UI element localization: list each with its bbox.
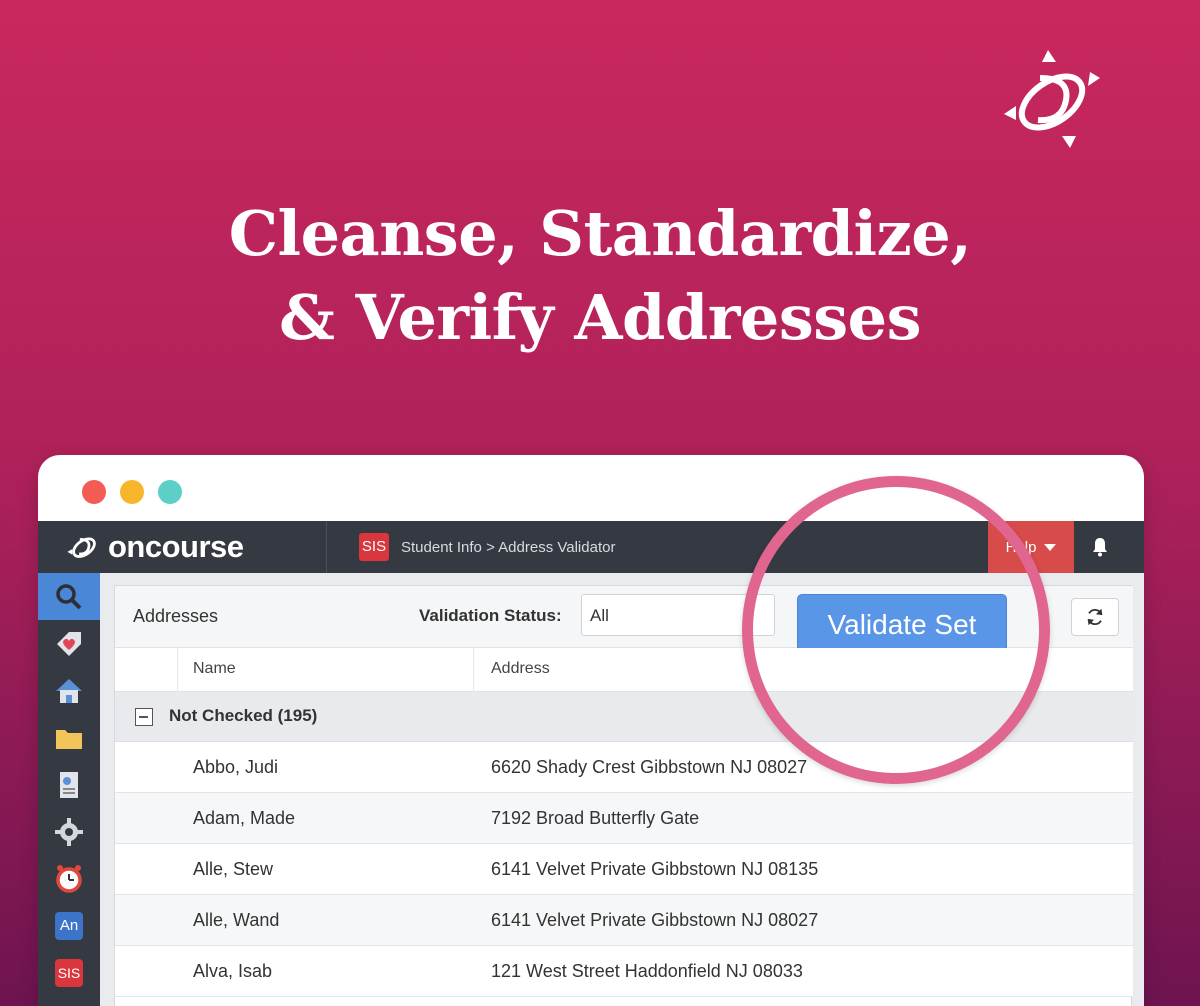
hero-title: Cleanse, Standardize, & Verify Addresses [0,192,1200,360]
minimize-dot[interactable] [120,480,144,504]
folder-icon [56,729,82,749]
column-header-address[interactable]: Address [491,660,550,678]
sidebar-item-sis[interactable]: SIS [38,949,100,996]
breadcrumb[interactable]: Student Info > Address Validator [401,539,615,556]
cell-name: Abbo, Judi [193,757,279,777]
sidebar-item-search[interactable] [38,573,100,620]
refresh-button[interactable] [1071,598,1119,636]
table-row[interactable]: Alle, Wand 6141 Velvet Private Gibbstown… [115,895,1133,946]
topbar-divider [326,521,327,573]
oncourse-logo[interactable]: oncourse [66,521,326,573]
cell-address: 7192 Broad Butterfly Gate [491,808,700,828]
cell-name: Alle, Wand [193,910,280,930]
window-controls [82,480,182,504]
group-label: Not Checked (195) [169,706,318,725]
hero-title-line-2: & Verify Addresses [279,281,922,354]
bell-icon[interactable] [1088,535,1112,559]
column-separator [177,648,178,692]
collapse-icon[interactable] [135,708,153,726]
heart-tag-icon [57,631,81,656]
sidebar-item-settings[interactable] [38,808,100,855]
gear-icon [55,817,83,846]
cell-name: Adam, Made [193,808,296,828]
refresh-icon [1087,608,1103,626]
oncourse-logo-icon [67,537,96,558]
hero-title-line-1: Cleanse, Standardize, [228,197,972,270]
validation-status-label: Validation Status: [419,606,562,625]
cell-name: Alva, Isab [193,961,273,981]
search-icon [56,583,82,609]
home-icon [56,678,82,703]
sidebar-item-reports[interactable] [38,761,100,808]
report-icon [60,771,78,798]
sidebar-item-files[interactable] [38,714,100,761]
cell-address: 6141 Velvet Private Gibbstown NJ 08135 [491,859,819,879]
magnifier-highlight-ring [742,476,1050,784]
close-dot[interactable] [82,480,106,504]
sis-icon: SIS [55,958,83,987]
sidebar-item-attendance[interactable] [38,855,100,902]
cell-address: 121 West Street Haddonfield NJ 08033 [491,961,803,981]
sis-module-badge[interactable]: SIS [359,533,389,561]
column-separator [473,648,474,692]
column-header-name[interactable]: Name [193,660,236,678]
chevron-down-icon [1044,543,1057,551]
alarm-clock-icon [56,864,82,893]
table-row[interactable]: Alva, Isab 121 West Street Haddonfield N… [115,946,1133,997]
sidebar-item-home[interactable] [38,667,100,714]
logo-text: oncourse [108,529,244,564]
cell-name: Alle, Stew [193,859,274,879]
oncourse-brand-mark-icon [1004,50,1100,148]
sidebar-item-health[interactable] [38,620,100,667]
analytics-icon: An [55,911,83,940]
sidebar-item-analytics[interactable]: An [38,902,100,949]
zoom-dot[interactable] [158,480,182,504]
sidebar: An SIS [38,573,100,1006]
table-row[interactable]: Adam, Made 7192 Broad Butterfly Gate [115,793,1133,844]
table-row[interactable]: Alle, Stew 6141 Velvet Private Gibbstown… [115,844,1133,895]
panel-title: Addresses [133,606,219,626]
cell-address: 6620 Shady Crest Gibbstown NJ 08027 [491,757,808,777]
cell-address: 6141 Velvet Private Gibbstown NJ 08027 [491,910,819,930]
